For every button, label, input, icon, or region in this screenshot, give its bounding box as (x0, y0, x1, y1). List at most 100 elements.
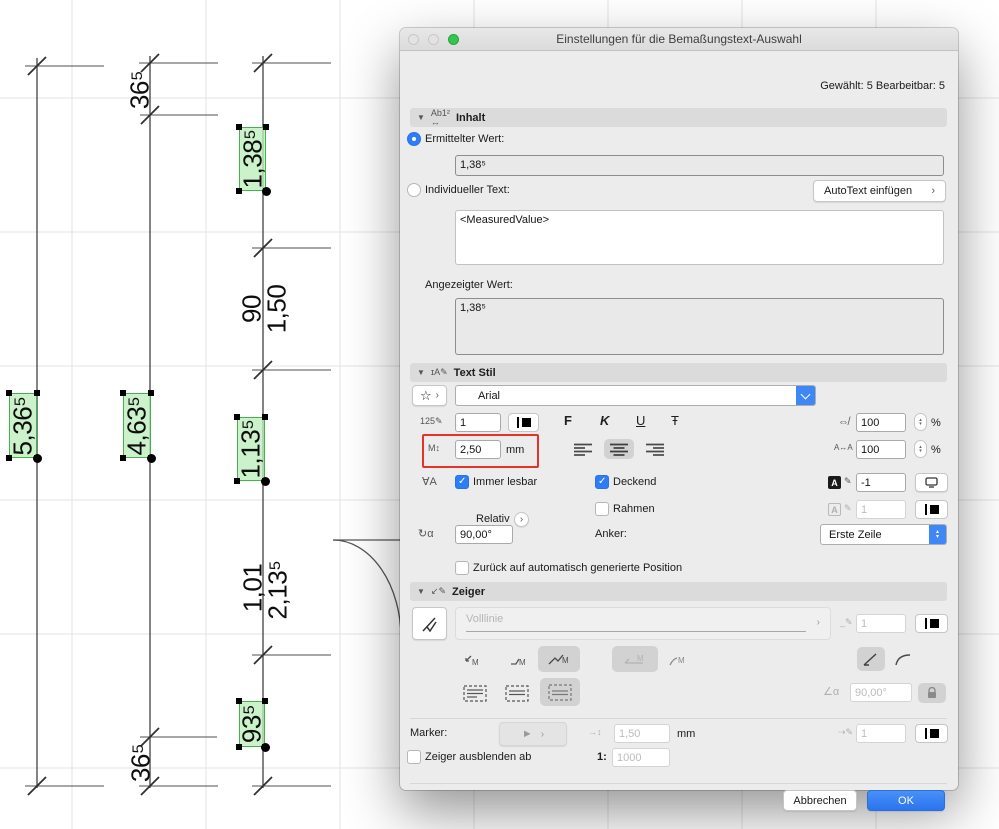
spacing-stepper[interactable]: ▴ ▾ (914, 440, 927, 458)
text-position-1-button[interactable] (460, 681, 490, 705)
selection-handle[interactable] (263, 124, 269, 130)
angle-lock-button[interactable] (918, 683, 946, 703)
cancel-button[interactable]: Abbrechen (783, 790, 857, 811)
italic-button[interactable]: K (600, 413, 609, 428)
bold-button[interactable]: F (564, 413, 572, 428)
leader-pen-color-button[interactable] (915, 614, 948, 633)
selection-handle[interactable] (236, 188, 242, 194)
measured-value-field[interactable]: 1,38⁵ (455, 155, 944, 176)
always-readable-checkbox[interactable] (455, 475, 469, 489)
section-header-inhalt[interactable]: ▼ Ab1² ↔ Inhalt (410, 108, 947, 127)
linetype-name: Volllinie (466, 613, 504, 625)
marker-pen-color-button[interactable] (915, 724, 948, 743)
text-pen-color-button[interactable] (508, 413, 539, 432)
spacing-unit: % (931, 444, 941, 456)
selection-anchor[interactable] (147, 454, 156, 463)
title-bar[interactable]: Einstellungen für die Bemaßungstext-Ausw… (400, 28, 958, 51)
background-pen-field[interactable]: -1 (856, 473, 906, 492)
align-left-button[interactable] (568, 439, 598, 459)
dimension-text[interactable]: 2,13⁵ (263, 561, 294, 620)
selection-anchor[interactable] (33, 454, 42, 463)
dropdown-button[interactable] (796, 386, 815, 405)
reset-position-checkbox[interactable] (455, 561, 469, 575)
disclosure-triangle-icon[interactable]: ▼ (417, 368, 425, 377)
selection-handle[interactable] (148, 390, 154, 396)
width-stepper[interactable]: ▴ ▾ (914, 413, 927, 431)
dimension-value: 1,13⁵ (235, 419, 266, 479)
dropdown-stepper-button[interactable]: ▴ ▾ (929, 525, 946, 544)
selection-handle[interactable] (120, 390, 126, 396)
selection-handle[interactable] (236, 698, 242, 704)
dimension-text-settings-dialog: Einstellungen für die Bemaßungstext-Ausw… (400, 28, 958, 811)
custom-text-area[interactable]: <MeasuredValue> (455, 210, 944, 265)
character-width-field[interactable]: 100 (856, 413, 906, 432)
selection-handle[interactable] (34, 390, 40, 396)
leader-style-2-button[interactable]: M (504, 649, 534, 671)
selected-dimension-text[interactable]: 5,36⁵ (6, 390, 42, 463)
readable-text-icon: ∀A (422, 476, 437, 488)
text-pen-field[interactable]: 1 (455, 413, 501, 432)
selection-handle[interactable] (6, 455, 12, 461)
marker-type-button[interactable]: ► › (499, 722, 567, 746)
ok-button[interactable]: OK (867, 790, 945, 811)
disclosure-triangle-icon[interactable]: ▼ (417, 587, 425, 596)
measured-value-label: Ermittelter Wert: (425, 133, 505, 145)
dimension-text[interactable]: 1,50 (262, 285, 293, 334)
favorites-button[interactable]: ☆ › (412, 385, 447, 406)
strikethrough-button[interactable]: Ŧ (671, 413, 679, 428)
selection-handle[interactable] (234, 414, 240, 420)
selection-handle[interactable] (262, 414, 268, 420)
leader-segment-line-button[interactable] (857, 647, 885, 671)
anchor-select[interactable]: Erste Zeile ▴ ▾ (820, 524, 947, 545)
selection-anchor[interactable] (261, 743, 270, 752)
selection-handle[interactable] (120, 455, 126, 461)
leader-angle-field[interactable]: 90,00° (850, 683, 912, 702)
frame-pen-field[interactable]: 1 (856, 500, 906, 519)
selection-anchor[interactable] (261, 477, 270, 486)
dimension-text[interactable]: 36⁵ (126, 744, 157, 782)
dimension-text[interactable]: 36⁵ (125, 71, 156, 109)
character-spacing-field[interactable]: 100 (856, 440, 906, 459)
frame-pen-color-button[interactable] (915, 500, 948, 519)
leader-linetype-select[interactable]: Volllinie › (455, 607, 831, 640)
selection-handle[interactable] (6, 390, 12, 396)
relative-options-button[interactable]: › (514, 512, 529, 527)
autotext-insert-button[interactable]: AutoText einfügen › (813, 180, 946, 202)
custom-text-radio[interactable] (407, 183, 421, 197)
text-angle-field[interactable]: 90,00° (455, 525, 513, 544)
leader-pen-field[interactable]: 1 (856, 614, 906, 633)
text-position-3-button[interactable] (540, 678, 580, 706)
scale-field[interactable]: 1000 (612, 748, 670, 767)
leader-segment-curve-button[interactable] (889, 647, 917, 671)
selection-anchor[interactable] (262, 187, 271, 196)
leader-style-3-button[interactable]: M (538, 646, 580, 672)
selected-dimension-text[interactable]: 4,63⁵ (120, 390, 156, 463)
selected-dimension-text[interactable]: 1,13⁵ (234, 414, 270, 486)
selected-dimension-text[interactable]: 93⁵ (236, 698, 270, 752)
hide-leader-checkbox[interactable] (407, 750, 421, 764)
measured-value-radio[interactable] (407, 132, 421, 146)
frame-checkbox[interactable] (595, 502, 609, 516)
section-header-zeiger[interactable]: ▼ ↙✎ Zeiger (410, 582, 947, 601)
marker-pen-field[interactable]: 1 (856, 724, 906, 743)
text-position-2-button[interactable] (502, 681, 532, 705)
leader-toggle-button[interactable] (412, 607, 447, 640)
leader-style-1-button[interactable]: M (458, 649, 488, 671)
selection-handle[interactable] (234, 478, 240, 484)
selected-dimension-text[interactable]: 1,38⁵ (236, 124, 271, 196)
selection-handle[interactable] (236, 744, 242, 750)
leader-style-4-button[interactable]: M (612, 646, 658, 672)
leader-style-5-button[interactable]: M (662, 649, 692, 671)
anchor-label: Anker: (595, 528, 627, 540)
disclosure-triangle-icon[interactable]: ▼ (417, 113, 425, 122)
selection-handle[interactable] (262, 698, 268, 704)
section-header-textstil[interactable]: ▼ ɪA✎ Text Stil (410, 363, 947, 382)
font-select[interactable]: Arial (455, 385, 816, 406)
opaque-checkbox[interactable] (595, 475, 609, 489)
selection-handle[interactable] (236, 124, 242, 130)
screen-only-button[interactable] (915, 473, 948, 492)
align-right-button[interactable] (640, 439, 670, 459)
underline-button[interactable]: U (636, 413, 645, 428)
align-center-button[interactable] (604, 439, 634, 459)
marker-offset-field[interactable]: 1,50 (614, 724, 670, 743)
